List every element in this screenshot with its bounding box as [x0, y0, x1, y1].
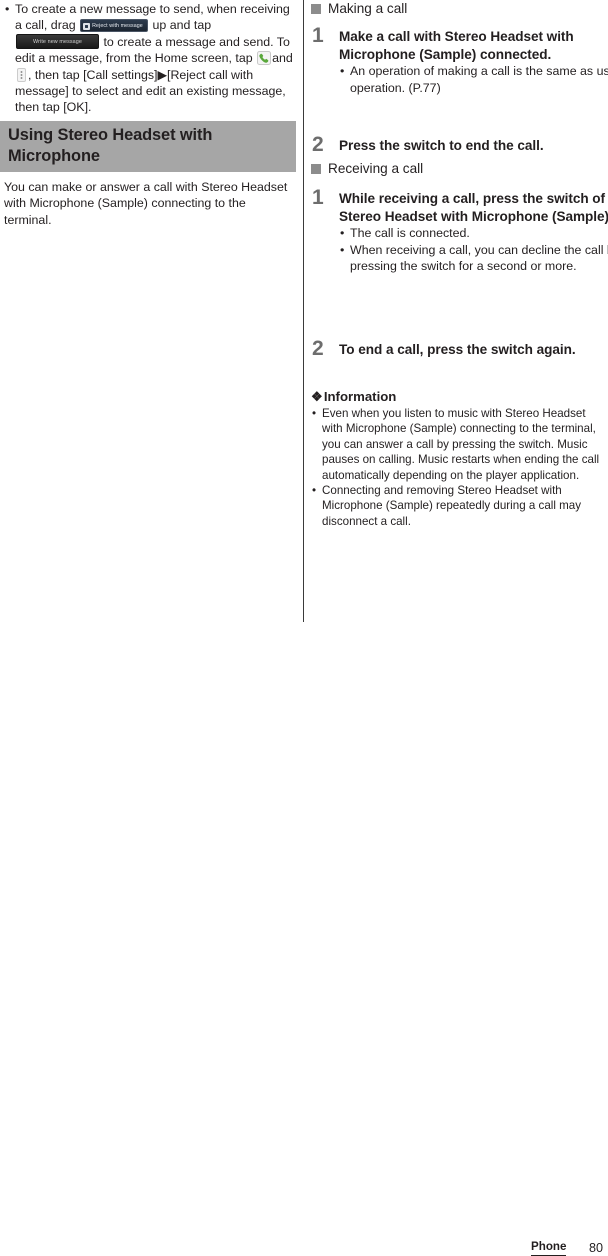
section-banner: Using Stereo Headset with Microphone — [0, 121, 296, 172]
step-title: To end a call, press the switch again. — [339, 342, 576, 357]
footer-section-label: Phone — [531, 1240, 567, 1256]
overflow-menu-icon — [17, 67, 26, 82]
step-note-text: When receiving a call, you can decline t… — [350, 242, 608, 273]
note-segment-5: , then tap [Call settings]▶[Reject call … — [15, 67, 286, 115]
information-item: • Connecting and removing Stereo Headset… — [311, 483, 603, 529]
information-item-text: Connecting and removing Stereo Headset w… — [322, 484, 582, 528]
reject-with-message-button[interactable]: Reject with message — [80, 19, 149, 33]
step-making-1: 1 Make a call with Stereo Headset with M… — [311, 24, 608, 96]
information-item: • Even when you listen to music with Ste… — [311, 406, 603, 483]
subsection-heading-label: Receiving a call — [328, 161, 424, 176]
step-receiving-2: 2 To end a call, press the switch again. — [311, 337, 608, 360]
phone-handset-icon — [257, 51, 272, 66]
bullet-dot-icon: • — [312, 407, 317, 420]
information-block: ❖Information • Even when you listen to m… — [311, 388, 603, 529]
step-note: • An operation of making a call is the s… — [339, 63, 608, 96]
step-note: • The call is connected. — [339, 225, 608, 241]
write-new-message-button[interactable]: Write new message — [16, 33, 99, 49]
intro-paragraph: You can make or answer a call with Stere… — [4, 180, 288, 227]
step-title: While receiving a call, press the switch… — [339, 191, 608, 224]
step-receiving-1: 1 While receiving a call, press the swit… — [311, 186, 608, 274]
subsection-heading: Receiving a call — [311, 160, 601, 178]
step-note: • When receiving a call, you can decline… — [339, 242, 608, 275]
diamond-bullet-icon: ❖ — [311, 389, 323, 404]
step-notes: • An operation of making a call is the s… — [339, 63, 608, 96]
square-bullet-icon — [311, 4, 321, 14]
reject-with-message-label: Reject with message — [92, 23, 143, 30]
information-list: • Even when you listen to music with Ste… — [311, 406, 603, 529]
step-title: Make a call with Stereo Headset with Mic… — [339, 29, 574, 62]
subsection-heading: Making a call — [311, 0, 601, 18]
information-heading-label: Information — [323, 389, 397, 404]
bullet-dot-icon: • — [5, 2, 10, 16]
page-footer: Phone 80 — [0, 612, 608, 1256]
step-note-text: The call is connected. — [350, 226, 470, 241]
step-number: 1 — [312, 186, 324, 209]
step-making-2: 2 Press the switch to end the call. — [311, 133, 608, 156]
section-banner-title: Using Stereo Headset with Microphone — [8, 126, 213, 165]
subsection-heading-label: Making a call — [328, 1, 408, 16]
step-number: 1 — [312, 24, 324, 47]
note-segment-2: up and tap — [152, 18, 212, 33]
bullet-dot-icon: • — [340, 64, 345, 79]
step-note-text: An operation of making a call is the sam… — [350, 64, 608, 95]
bullet-dot-icon: • — [340, 226, 345, 241]
section-receiving-a-call: Receiving a call — [311, 160, 601, 178]
bullet-item: • To create a new message to send, when r… — [4, 1, 294, 116]
square-bullet-icon — [311, 164, 321, 174]
message-box-icon — [83, 22, 91, 30]
document-page: • To create a new message to send, when r… — [0, 0, 608, 1256]
bullet-dot-icon: • — [340, 242, 345, 257]
column-divider — [303, 0, 304, 622]
step-number: 2 — [312, 337, 324, 360]
right-column: Making a call 1 Make a call with Stereo … — [311, 0, 608, 648]
section-making-a-call: Making a call — [311, 0, 601, 18]
bullet-dot-icon: • — [312, 484, 317, 498]
note-segment-4: and — [272, 51, 293, 66]
write-new-message-label: Write new message — [33, 38, 82, 45]
top-note-block: • To create a new message to send, when r… — [4, 1, 294, 118]
information-heading: ❖Information — [311, 388, 603, 406]
step-title: Press the switch to end the call. — [339, 138, 544, 153]
left-column: • To create a new message to send, when r… — [0, 0, 296, 648]
page-number: 80 — [589, 1241, 604, 1255]
information-item-text: Even when you listen to music with Stere… — [322, 407, 600, 482]
step-notes: • The call is connected. • When receivin… — [339, 225, 608, 274]
step-number: 2 — [312, 133, 324, 156]
